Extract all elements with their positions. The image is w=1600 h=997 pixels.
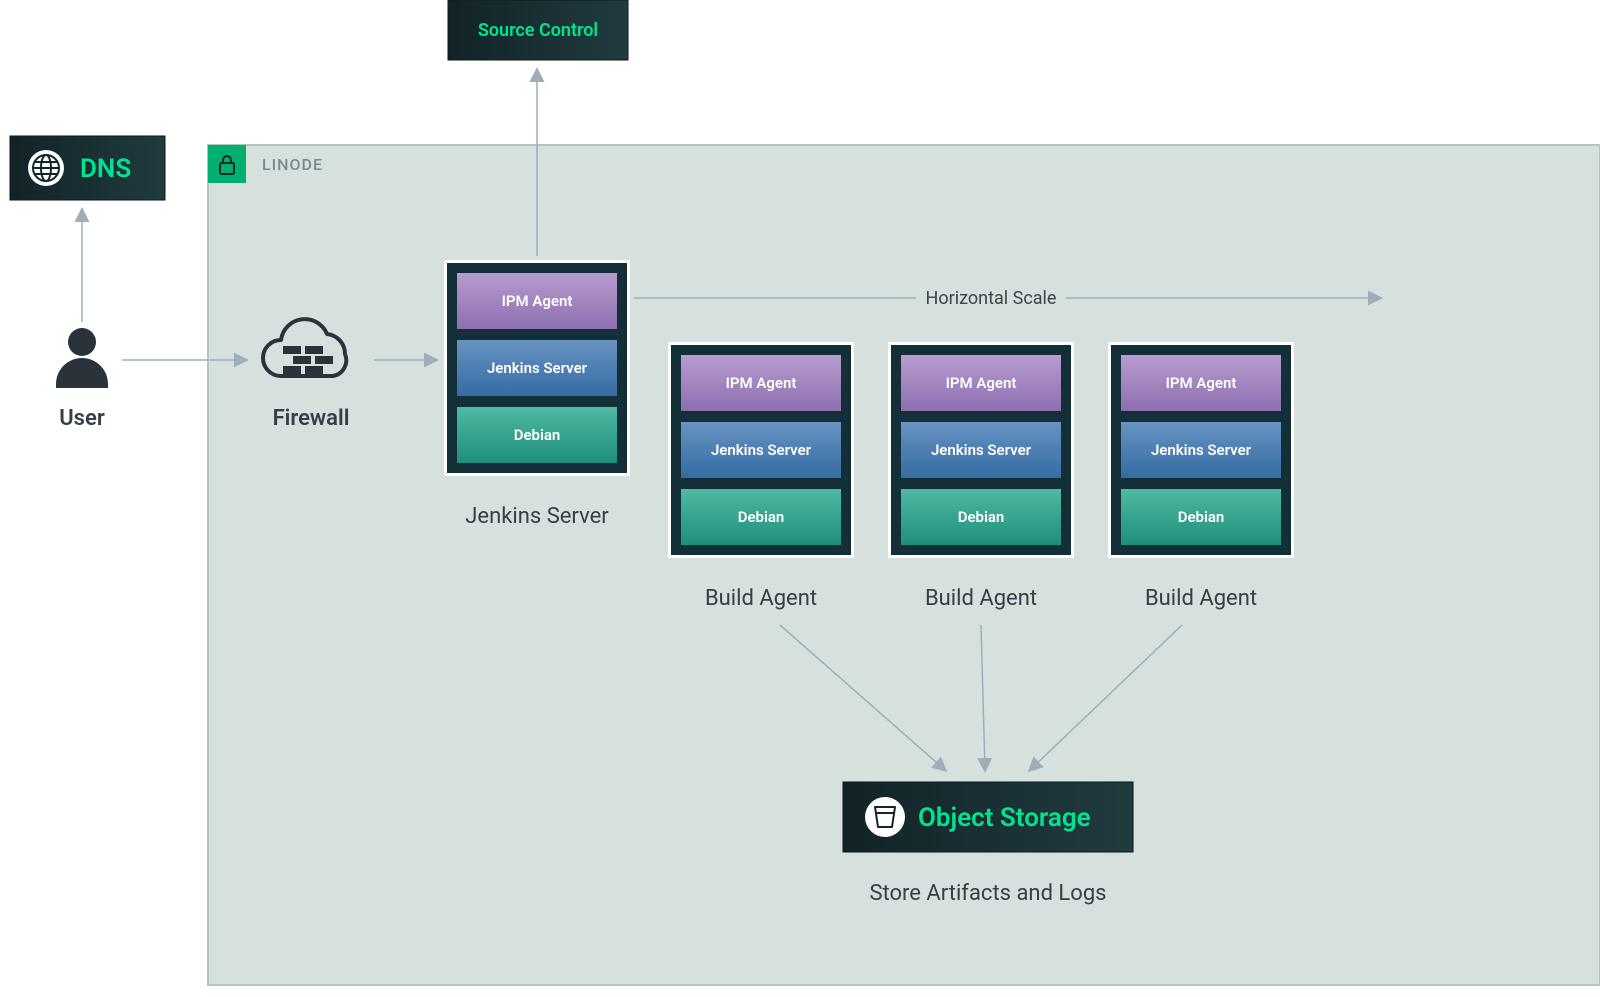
stack-layer-label: Debian bbox=[514, 426, 561, 444]
stack-layer-label: IPM Agent bbox=[1166, 374, 1237, 392]
region-label: LINODE bbox=[262, 155, 323, 174]
stack-layer-label: IPM Agent bbox=[726, 374, 797, 392]
dns-label: DNS bbox=[80, 154, 131, 184]
object-storage-label: Object Storage bbox=[918, 803, 1091, 833]
stack-layer-label: Jenkins Server bbox=[711, 441, 812, 459]
jenkins-server-caption: Jenkins Server bbox=[465, 504, 609, 529]
horizontal-scale-label: Horizontal Scale bbox=[926, 288, 1057, 309]
object-storage-caption: Store Artifacts and Logs bbox=[869, 881, 1106, 906]
build-agent-2: IPM Agent Jenkins Server Debian bbox=[888, 342, 1074, 558]
stack-layer-label: Debian bbox=[958, 508, 1005, 526]
object-storage-badge: Object Storage bbox=[843, 782, 1133, 852]
region-box: LINODE bbox=[208, 145, 1600, 985]
architecture-diagram: LINODE Source Control DNS User Firewall bbox=[0, 0, 1600, 997]
stack-layer-label: Jenkins Server bbox=[931, 441, 1032, 459]
bucket-icon bbox=[865, 797, 905, 837]
build-agent-3: IPM Agent Jenkins Server Debian bbox=[1108, 342, 1294, 558]
build-agent-caption: Build Agent bbox=[1145, 586, 1257, 611]
stack-layer-label: IPM Agent bbox=[946, 374, 1017, 392]
stack-layer-label: IPM Agent bbox=[502, 292, 573, 310]
stack-layer-label: Jenkins Server bbox=[487, 359, 588, 377]
stack-layer-label: Debian bbox=[738, 508, 785, 526]
jenkins-server-stack: IPM Agent Jenkins Server Debian bbox=[444, 260, 630, 476]
user-icon bbox=[56, 328, 108, 388]
stack-layer-label: Jenkins Server bbox=[1151, 441, 1252, 459]
stack-layer-label: Debian bbox=[1178, 508, 1225, 526]
build-agent-caption: Build Agent bbox=[925, 586, 1037, 611]
dns-badge: DNS bbox=[10, 136, 165, 200]
user-node: User bbox=[56, 328, 108, 431]
user-label: User bbox=[59, 406, 105, 431]
source-control-badge: Source Control bbox=[448, 0, 628, 60]
globe-icon bbox=[28, 150, 64, 186]
build-agent-1: IPM Agent Jenkins Server Debian bbox=[668, 342, 854, 558]
source-control-label: Source Control bbox=[478, 20, 598, 41]
build-agent-caption: Build Agent bbox=[705, 586, 817, 611]
firewall-label: Firewall bbox=[273, 406, 350, 431]
